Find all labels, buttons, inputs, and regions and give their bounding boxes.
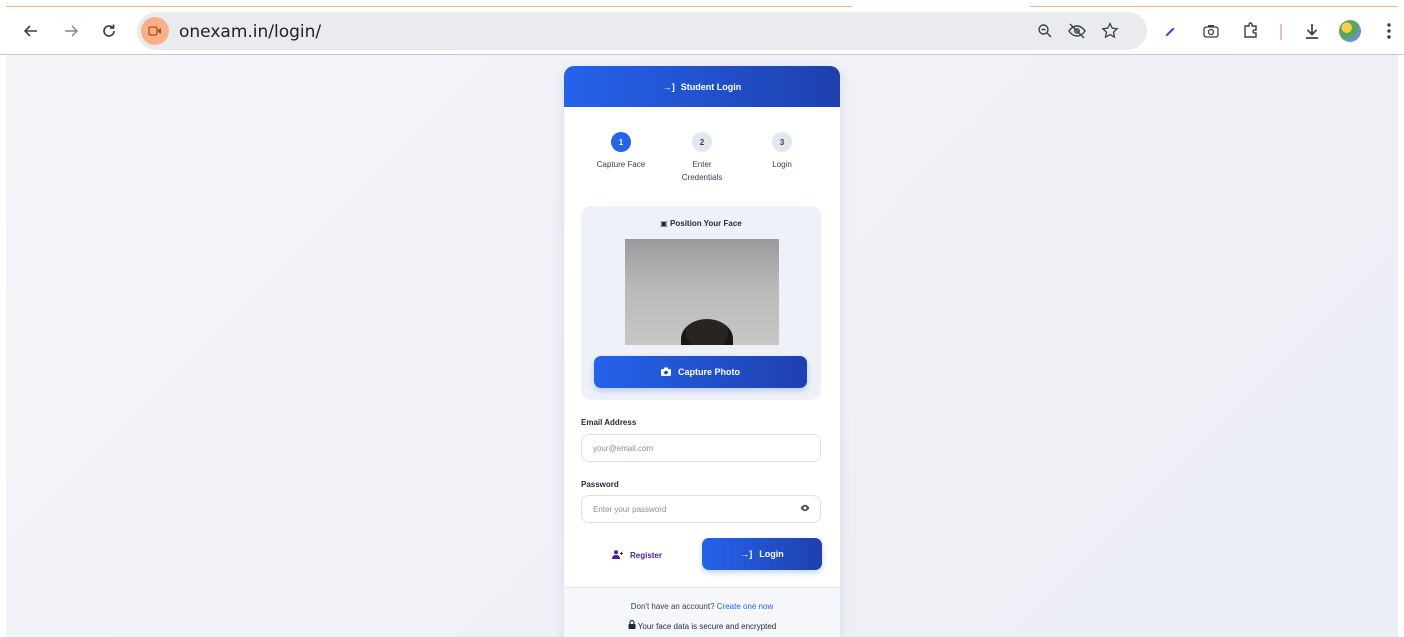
page-background: →] Student Login 1 Capture Face 2 Enter … xyxy=(6,55,1398,637)
browser-toolbar: onexam.in/login/ xyxy=(0,8,1404,54)
extensions-icon[interactable] xyxy=(1240,20,1262,42)
step-1: 1 Capture Face xyxy=(581,132,661,171)
email-label: Email Address xyxy=(581,418,637,427)
back-arrow-icon[interactable] xyxy=(19,19,43,43)
create-account-link[interactable]: Create one now xyxy=(717,602,773,611)
login-arrow-icon: →] xyxy=(662,81,675,92)
step-indicator: 1 Capture Face 2 Enter Credentials 3 Log… xyxy=(564,132,840,192)
step-label: Capture Face xyxy=(596,160,646,169)
forward-arrow-icon[interactable] xyxy=(59,19,83,43)
lock-icon xyxy=(628,619,638,631)
step-number: 1 xyxy=(611,132,631,152)
url-text[interactable]: onexam.in/login/ xyxy=(179,22,321,42)
reload-icon[interactable] xyxy=(97,19,121,43)
step-label: Enter Credentials xyxy=(681,160,723,182)
bookmark-star-icon[interactable] xyxy=(1099,21,1121,41)
page-gutter-right xyxy=(1398,55,1404,637)
profile-avatar[interactable] xyxy=(1339,20,1361,42)
zoom-icon[interactable] xyxy=(1034,21,1056,41)
step-number: 2 xyxy=(692,132,712,152)
toolbar-divider xyxy=(1280,24,1282,40)
login-button[interactable]: →] Login xyxy=(702,538,822,570)
download-icon[interactable] xyxy=(1301,20,1323,42)
email-field[interactable] xyxy=(582,435,782,461)
webcam-subject xyxy=(681,319,733,345)
step-number: 3 xyxy=(772,132,792,152)
capture-photo-button[interactable]: Capture Photo xyxy=(594,356,807,388)
step-3: 3 Login xyxy=(742,132,822,171)
header-title: Student Login xyxy=(680,81,742,92)
email-field-wrapper xyxy=(581,434,821,462)
password-field[interactable] xyxy=(582,496,782,522)
password-field-wrapper xyxy=(581,495,821,523)
face-panel-title: ▣ Position Your Face xyxy=(660,219,742,228)
camera-in-use-icon[interactable] xyxy=(141,17,169,45)
tracking-protection-icon[interactable] xyxy=(1066,21,1088,41)
step-2: 2 Enter Credentials xyxy=(662,132,742,184)
face-capture-panel: ▣ Position Your Face Capture Photo xyxy=(581,206,821,400)
show-password-icon[interactable] xyxy=(800,504,810,514)
camera-preview xyxy=(625,239,779,345)
camera-icon xyxy=(661,367,671,378)
pen-icon[interactable] xyxy=(1160,20,1182,42)
register-button[interactable]: Register xyxy=(581,540,693,570)
card-header: →] Student Login xyxy=(564,66,840,107)
login-card: →] Student Login 1 Capture Face 2 Enter … xyxy=(564,66,840,637)
tab-strip-edge xyxy=(0,0,1404,8)
security-note: Your face data is secure and encrypted xyxy=(564,619,840,631)
screenshot-icon[interactable] xyxy=(1200,20,1222,42)
password-label: Password xyxy=(581,480,619,489)
camera-icon: ▣ xyxy=(660,219,668,228)
signup-prompt: Don't have an account? Create one now xyxy=(630,602,774,611)
menu-dots-icon[interactable] xyxy=(1378,20,1400,42)
address-bar[interactable]: onexam.in/login/ xyxy=(137,12,1147,50)
step-label: Login xyxy=(772,160,792,169)
card-footer: Don't have an account? Create one now Yo… xyxy=(564,587,840,637)
login-arrow-icon: →] xyxy=(740,549,753,559)
add-user-icon xyxy=(611,549,623,561)
